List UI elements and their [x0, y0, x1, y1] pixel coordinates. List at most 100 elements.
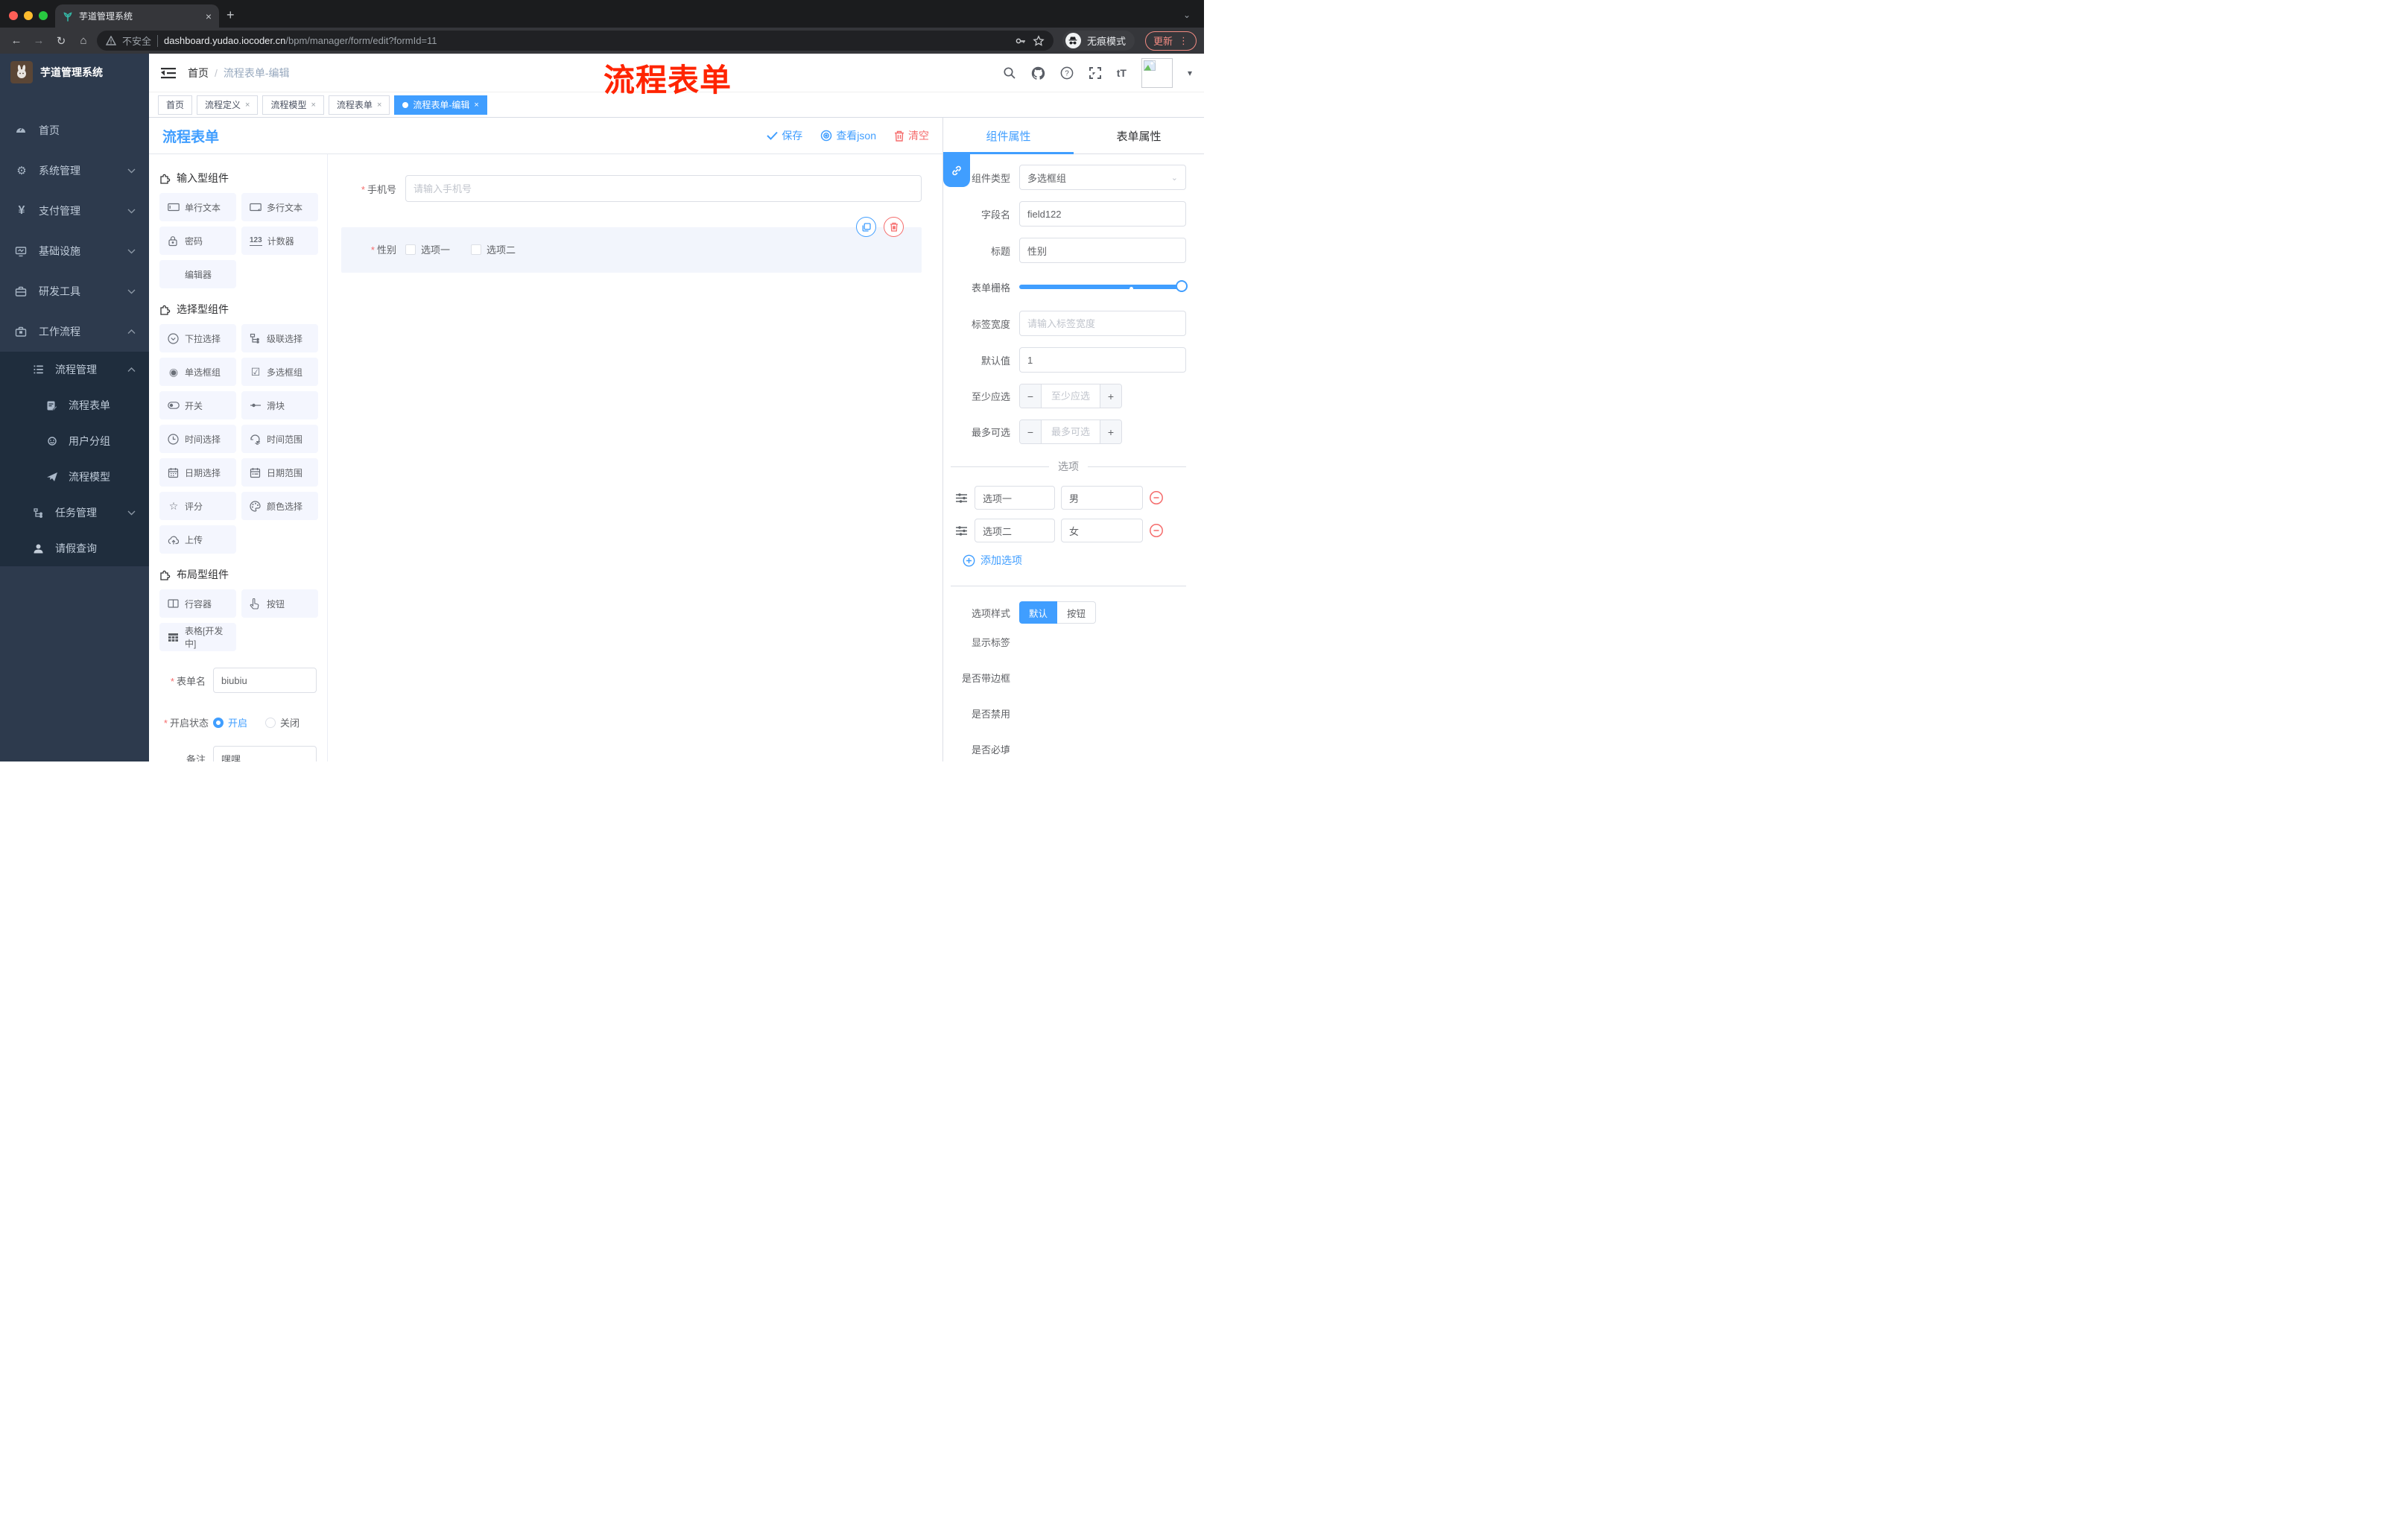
sidebar-item-process-form[interactable]: 流程表单	[0, 387, 149, 423]
tab-process-definition[interactable]: 流程定义 ×	[197, 95, 259, 115]
forward-icon[interactable]: →	[30, 34, 48, 47]
style-button-button[interactable]: 按钮	[1057, 601, 1097, 624]
font-size-icon[interactable]: tT	[1117, 67, 1127, 79]
form-canvas[interactable]: 手机号 性别	[328, 154, 942, 762]
canvas-field-gender-selected[interactable]: 性别 选项一 选项二	[341, 217, 922, 273]
clear-button[interactable]: 清空	[894, 128, 929, 143]
view-json-button[interactable]: 查看json	[820, 128, 876, 143]
user-menu-caret-icon[interactable]: ▾	[1188, 68, 1192, 78]
browser-tab[interactable]: 芋道管理系统 ×	[55, 4, 219, 28]
remove-option-icon[interactable]	[1149, 490, 1164, 505]
palette-item-select[interactable]: 下拉选择	[159, 324, 236, 352]
tab-process-form-edit[interactable]: 流程表单-编辑 ×	[394, 95, 487, 115]
palette-item-table[interactable]: 表格[开发中]	[159, 623, 236, 651]
title-input[interactable]	[1019, 238, 1186, 263]
breadcrumb-home[interactable]: 首页	[188, 66, 209, 80]
label-width-input[interactable]	[1019, 311, 1186, 336]
palette-item-checkbox-group[interactable]: ☑ 多选框组	[241, 358, 318, 386]
option-value-input[interactable]	[1061, 486, 1143, 510]
form-name-input[interactable]	[213, 668, 317, 693]
sidebar-item-task-mgmt[interactable]: 任务管理	[0, 495, 149, 531]
palette-item-slider[interactable]: 滑块	[241, 391, 318, 419]
sidebar-item-system[interactable]: ⚙ 系统管理	[0, 151, 149, 191]
reload-icon[interactable]: ↻	[52, 34, 70, 48]
tab-close-icon[interactable]: ×	[377, 101, 381, 110]
stepper-decrease-icon[interactable]: −	[1020, 420, 1042, 443]
default-value-input[interactable]	[1019, 347, 1186, 373]
sidebar-item-user-group[interactable]: 用户分组	[0, 423, 149, 459]
fullscreen-icon[interactable]	[1089, 66, 1102, 80]
browser-menu-icon[interactable]: ⋮	[1179, 35, 1188, 47]
github-icon[interactable]	[1031, 66, 1045, 80]
palette-item-single-text[interactable]: 单行文本	[159, 193, 236, 221]
palette-item-time-range[interactable]: 时间范围	[241, 425, 318, 453]
min-select-stepper[interactable]: − +	[1019, 384, 1122, 408]
add-option-button[interactable]: 添加选项	[963, 553, 1186, 568]
palette-item-date-picker[interactable]: 日期选择	[159, 458, 236, 487]
sidebar-item-workflow[interactable]: 工作流程	[0, 311, 149, 352]
palette-item-date-range[interactable]: 日期范围	[241, 458, 318, 487]
palette-item-row-container[interactable]: 行容器	[159, 589, 236, 618]
palette-item-switch[interactable]: 开关	[159, 391, 236, 419]
new-tab-button[interactable]: +	[226, 7, 235, 23]
tab-close-icon[interactable]: ×	[206, 10, 212, 22]
checkbox-box[interactable]	[471, 244, 482, 255]
slider-handle[interactable]	[1176, 280, 1188, 292]
tab-close-icon[interactable]: ×	[245, 101, 250, 110]
palette-item-radio-group[interactable]: ◉ 单选框组	[159, 358, 236, 386]
password-key-icon[interactable]	[1015, 35, 1027, 47]
palette-item-color-picker[interactable]: 颜色选择	[241, 492, 318, 520]
status-on-label[interactable]: 开启	[228, 715, 247, 729]
sidebar-item-home[interactable]: 首页	[0, 110, 149, 151]
window-controls[interactable]	[0, 11, 55, 28]
tab-form-props[interactable]: 表单属性	[1074, 118, 1204, 153]
window-close-button[interactable]	[9, 11, 18, 20]
palette-item-button[interactable]: 按钮	[241, 589, 318, 618]
status-on-radio[interactable]	[213, 717, 224, 728]
link-icon[interactable]	[943, 154, 970, 187]
sidebar-collapse-icon[interactable]	[161, 67, 177, 79]
form-remark-textarea[interactable]: 嘿嘿	[213, 746, 317, 762]
sidebar-item-process-model[interactable]: 流程模型	[0, 459, 149, 495]
remove-option-icon[interactable]	[1149, 523, 1164, 538]
option-name-input[interactable]	[975, 519, 1055, 542]
checkbox-box[interactable]	[405, 244, 416, 255]
tab-process-form[interactable]: 流程表单 ×	[328, 95, 390, 115]
tab-search-chevron-icon[interactable]: ⌄	[1183, 10, 1191, 20]
palette-item-upload[interactable]: 上传	[159, 525, 236, 554]
grid-slider[interactable]	[1019, 274, 1188, 300]
search-icon[interactable]	[1003, 66, 1016, 80]
avatar[interactable]	[1141, 57, 1173, 88]
canvas-field-phone[interactable]: 手机号	[341, 168, 922, 209]
palette-item-counter[interactable]: 123 计数器	[241, 227, 318, 255]
home-icon[interactable]: ⌂	[75, 34, 92, 47]
bookmark-star-icon[interactable]	[1033, 34, 1045, 47]
sidebar-item-devtools[interactable]: 研发工具	[0, 271, 149, 311]
tab-home[interactable]: 首页	[158, 95, 193, 115]
min-select-input[interactable]	[1042, 384, 1100, 408]
stepper-increase-icon[interactable]: +	[1100, 384, 1121, 408]
palette-item-password[interactable]: 密码	[159, 227, 236, 255]
status-off-radio[interactable]	[265, 717, 276, 728]
palette-item-rate[interactable]: ☆ 评分	[159, 492, 236, 520]
option-value-input[interactable]	[1061, 519, 1143, 542]
window-maximize-button[interactable]	[39, 11, 48, 20]
save-button[interactable]: 保存	[767, 128, 802, 143]
component-type-select[interactable]: 多选框组 ⌄	[1019, 165, 1186, 190]
style-default-button[interactable]: 默认	[1019, 601, 1058, 624]
slider-track[interactable]	[1019, 285, 1182, 289]
browser-update-button[interactable]: 更新 ⋮	[1144, 31, 1197, 51]
sidebar-item-leave-query[interactable]: 请假查询	[0, 531, 149, 566]
drag-handle-icon[interactable]	[955, 525, 969, 536]
sidebar-item-payment[interactable]: ¥ 支付管理	[0, 191, 149, 231]
field-name-input[interactable]	[1019, 201, 1186, 227]
duplicate-component-button[interactable]	[856, 217, 876, 237]
palette-item-cascader[interactable]: 级联选择	[241, 324, 318, 352]
tab-component-props[interactable]: 组件属性	[943, 118, 1074, 154]
palette-item-multi-text[interactable]: 多行文本	[241, 193, 318, 221]
max-select-stepper[interactable]: − +	[1019, 419, 1122, 444]
sidebar-item-infra[interactable]: 基础设施	[0, 231, 149, 271]
window-minimize-button[interactable]	[24, 11, 33, 20]
status-off-label[interactable]: 关闭	[280, 715, 300, 729]
tab-close-icon[interactable]: ×	[311, 101, 315, 110]
